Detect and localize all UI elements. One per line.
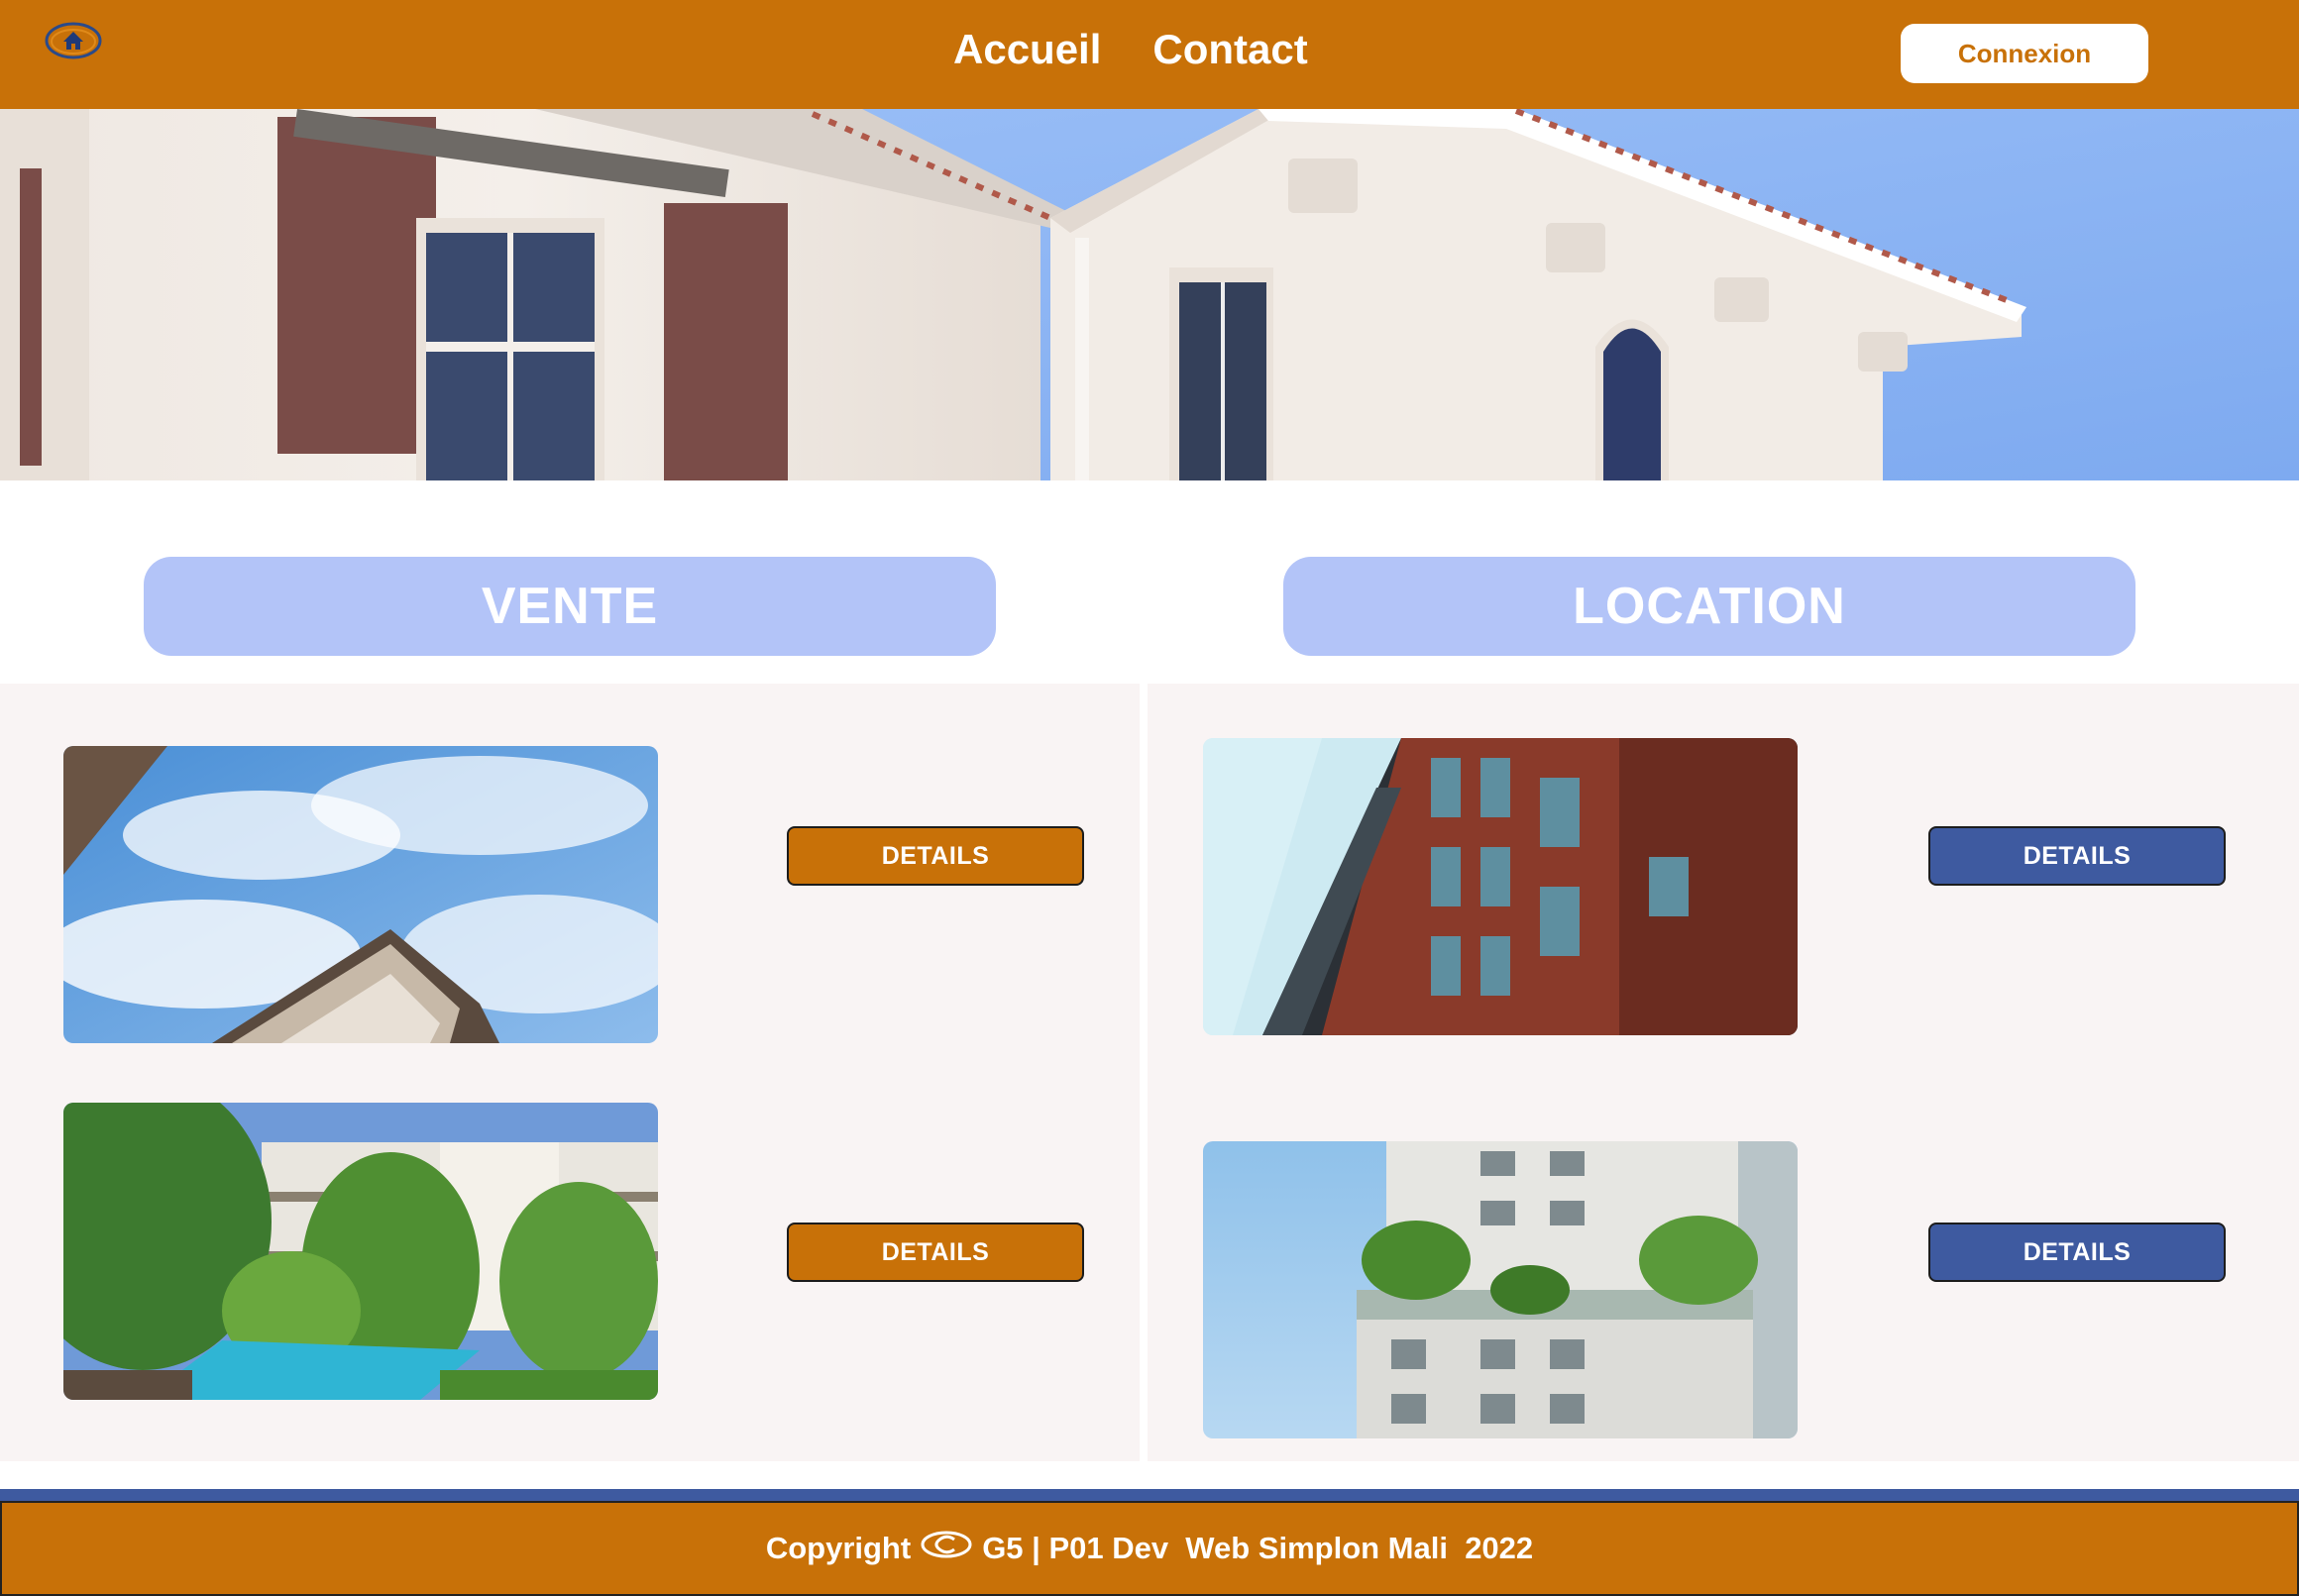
sale-listings-panel: DETAILS DETAILS xyxy=(0,684,1140,1461)
hero-banner-image xyxy=(0,109,2299,480)
rent-details-button-2[interactable]: DETAILS xyxy=(1928,1223,2226,1282)
page: Accueil Contact Connexion VENTE LOCATION… xyxy=(0,0,2299,1596)
section-title-vente: VENTE xyxy=(144,557,996,656)
footer: Copyright G5 | P01 Dev Web Simplon Mali … xyxy=(0,1501,2299,1596)
copyright-icon xyxy=(921,1531,972,1566)
footer-copyright-label: Copyright xyxy=(765,1531,912,1565)
rent-listing-image-1[interactable] xyxy=(1203,738,1798,1035)
footer-credits-text: G5 | P01 Dev Web Simplon Mali 2022 xyxy=(982,1531,1534,1565)
sale-details-button-2[interactable]: DETAILS xyxy=(787,1223,1084,1282)
house-logo-icon[interactable] xyxy=(44,20,103,61)
rent-listing-image-2[interactable] xyxy=(1203,1141,1798,1438)
nav-link-accueil[interactable]: Accueil xyxy=(953,26,1101,73)
nav-links: Accueil Contact xyxy=(953,26,1308,73)
section-title-location: LOCATION xyxy=(1283,557,2135,656)
rent-listings-panel: DETAILS DETAILS xyxy=(1148,684,2299,1461)
sale-details-button-1[interactable]: DETAILS xyxy=(787,826,1084,886)
sale-listing-image-1[interactable] xyxy=(63,746,658,1043)
sale-listing-image-2[interactable] xyxy=(63,1103,658,1400)
nav-link-contact[interactable]: Contact xyxy=(1152,26,1307,73)
rent-details-button-1[interactable]: DETAILS xyxy=(1928,826,2226,886)
navbar: Accueil Contact Connexion xyxy=(0,0,2299,109)
login-button[interactable]: Connexion xyxy=(1901,24,2148,83)
